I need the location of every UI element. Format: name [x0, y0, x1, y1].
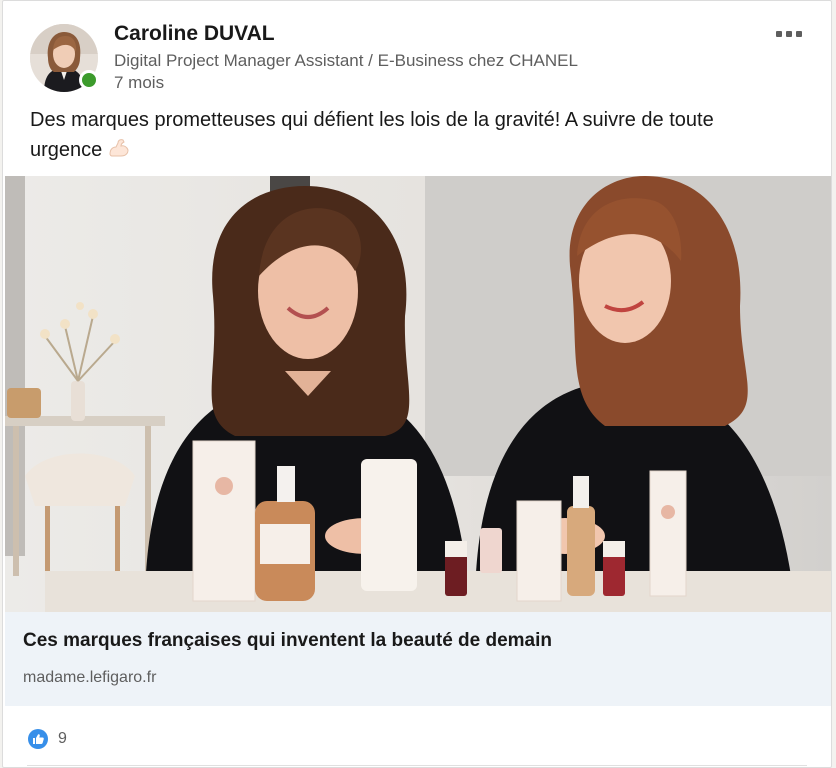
article-link-card[interactable]: Ces marques françaises qui inventent la … — [5, 612, 831, 706]
flexed-biceps-icon — [108, 136, 130, 166]
social-counts-bar: 9 — [3, 707, 831, 767]
online-status-indicator — [79, 70, 99, 90]
post-text: Des marques prometteuses qui défient les… — [30, 105, 790, 166]
divider — [27, 765, 807, 766]
article-source: madame.lefigaro.fr — [23, 669, 157, 686]
more-dot-icon — [786, 31, 792, 37]
feed-post-card: Caroline DUVAL Digital Project Manager A… — [2, 0, 832, 768]
more-options-button[interactable] — [771, 23, 807, 45]
author-headline: Digital Project Manager Assistant / E-Bu… — [114, 51, 578, 70]
post-header: Caroline DUVAL Digital Project Manager A… — [3, 1, 831, 101]
reaction-count[interactable]: 9 — [58, 730, 67, 748]
article-title[interactable]: Ces marques françaises qui inventent la … — [23, 630, 552, 652]
article-photo — [5, 176, 831, 612]
post-timestamp: 7 mois — [114, 73, 165, 92]
like-icon[interactable] — [27, 728, 49, 750]
article-image[interactable] — [5, 176, 831, 612]
more-dot-icon — [796, 31, 802, 37]
more-dot-icon — [776, 31, 782, 37]
post-text-content: Des marques prometteuses qui défient les… — [30, 109, 714, 161]
author-name[interactable]: Caroline DUVAL — [114, 22, 275, 46]
